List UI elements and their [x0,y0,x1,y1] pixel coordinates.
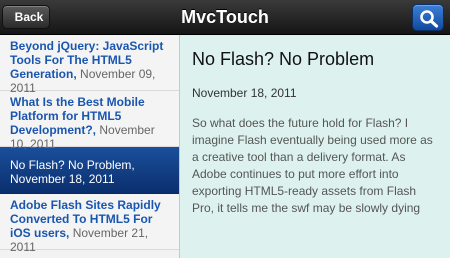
article-body: So what does the future hold for Flash? … [192,116,433,215]
back-button[interactable]: Back [2,5,50,29]
list-item[interactable]: Beyond jQuery: JavaScript Tools For The … [0,35,179,95]
list-item-selected[interactable]: No Flash? No Problem, November 18, 2011 [0,147,179,194]
article-date: November 18, 2011 [192,86,297,100]
article-list: Beyond jQuery: JavaScript Tools For The … [0,35,180,258]
article-title: No Flash? No Problem [192,49,375,69]
list-item[interactable]: What Is the Best Mobile Platform for HTM… [0,91,179,151]
top-toolbar: MvcTouch Back [0,0,450,35]
list-item-title: No Flash? No Problem, [10,158,135,172]
search-icon [420,10,439,28]
search-button[interactable] [412,4,444,31]
app-title: MvcTouch [181,7,269,27]
article-detail: No Flash? No Problem November 18, 2011 S… [180,35,450,258]
back-button-label: Back [14,10,44,24]
list-item[interactable]: Adobe Flash Sites Rapidly Converted To H… [0,194,179,254]
list-item-date: November 18, 2011 [10,172,115,186]
